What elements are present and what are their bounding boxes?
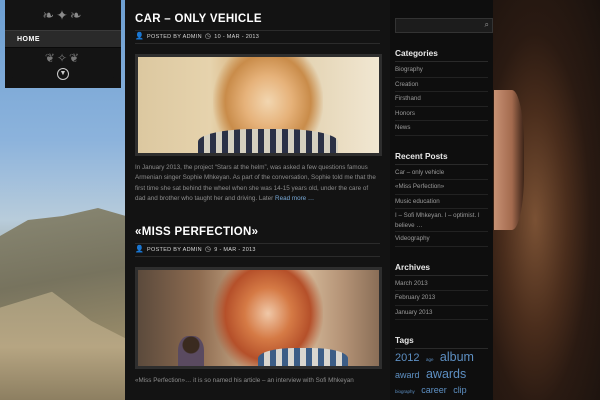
recent-posts-widget: Recent Posts Car – only vehicle «Miss Pe… xyxy=(395,151,488,247)
clock-icon: ◷ xyxy=(204,246,212,254)
tag-link[interactable]: 2012 xyxy=(395,352,419,364)
widget-title: Tags xyxy=(395,335,488,349)
archives-widget: Archives March 2013 February 2013 Januar… xyxy=(395,262,488,320)
tag-link[interactable]: career xyxy=(421,385,447,395)
post-title[interactable]: CAR – ONLY VEHICLE xyxy=(135,10,380,28)
post-excerpt-text: In January 2013, the project “Stars at t… xyxy=(135,164,376,202)
clock-icon: ◷ xyxy=(204,33,212,40)
category-link[interactable]: Creation xyxy=(395,78,488,92)
widget-title: Categories xyxy=(395,48,488,62)
post-meta: 👤 POSTED BY ADMIN ◷ 10 - MAR - 2013 xyxy=(135,30,380,44)
search-icon[interactable]: ⌕ xyxy=(485,20,489,30)
tag-link[interactable]: album xyxy=(440,350,474,364)
category-link[interactable]: Honors xyxy=(395,107,488,121)
tag-link[interactable]: award xyxy=(395,370,420,380)
tag-link[interactable]: clip xyxy=(453,385,467,395)
category-link[interactable]: Firsthand xyxy=(395,92,488,107)
background-portrait xyxy=(492,0,600,400)
post-author[interactable]: POSTED BY ADMIN xyxy=(147,30,202,44)
archive-link[interactable]: February 2013 xyxy=(395,291,488,306)
post-date: 10 - MAR - 2013 xyxy=(214,34,260,40)
image-shirt xyxy=(258,348,348,367)
category-link[interactable]: News xyxy=(395,121,488,136)
categories-widget: Categories Biography Creation Firsthand … xyxy=(395,48,488,136)
user-icon: 👤 xyxy=(135,33,145,40)
post-meta: 👤 POSTED BY ADMIN ◷ 9 - MAR - 2013 xyxy=(135,243,380,258)
post-author[interactable]: POSTED BY ADMIN xyxy=(147,243,202,257)
nav-item-home[interactable]: HOME xyxy=(5,30,121,48)
read-more-link[interactable]: Read more … xyxy=(275,195,314,202)
image-shirt xyxy=(198,129,338,153)
post-date: 9 - MAR - 2013 xyxy=(214,247,256,254)
nav-ornament-top: ❧✦❧ xyxy=(42,6,84,23)
nav-bottom-tab: ▼ xyxy=(5,68,121,88)
post-image[interactable] xyxy=(135,267,382,370)
background-face xyxy=(494,90,524,230)
search-input[interactable]: ⌕ xyxy=(395,18,493,33)
recent-post-link[interactable]: I – Sofi Mhkeyan. I – optimist. I believ… xyxy=(395,209,488,232)
archive-link[interactable]: January 2013 xyxy=(395,306,488,320)
chevron-down-icon[interactable]: ▼ xyxy=(57,68,69,80)
tag-link[interactable]: awards xyxy=(426,367,466,381)
widget-title: Recent Posts xyxy=(395,151,488,165)
post-title[interactable]: «MISS PERFECTION» xyxy=(135,223,380,241)
tags-widget: Tags 2012 age album award awards biograp… xyxy=(395,335,488,399)
archive-link[interactable]: March 2013 xyxy=(395,277,488,291)
recent-post-link[interactable]: «Miss Perfection» xyxy=(395,180,488,195)
content-column: CAR – ONLY VEHICLE 👤 POSTED BY ADMIN ◷ 1… xyxy=(125,0,390,400)
post: CAR – ONLY VEHICLE 👤 POSTED BY ADMIN ◷ 1… xyxy=(135,10,382,204)
nav-ornament-bottom: ❦✧❦ xyxy=(44,51,82,65)
user-icon: 👤 xyxy=(135,246,145,254)
recent-post-link[interactable]: Videography xyxy=(395,232,488,247)
recent-post-link[interactable]: Car – only vehicle xyxy=(395,166,488,180)
image-child xyxy=(178,336,204,367)
category-link[interactable]: Biography xyxy=(395,63,488,78)
tag-cloud: 2012 age album award awards biography ca… xyxy=(395,350,488,399)
tag-link[interactable]: age xyxy=(426,357,434,362)
post: «MISS PERFECTION» 👤 POSTED BY ADMIN ◷ 9 … xyxy=(135,223,382,396)
recent-post-link[interactable]: Music education xyxy=(395,195,488,209)
post-image[interactable] xyxy=(135,54,382,156)
post-excerpt: «Miss Perfection»… it is so named his ar… xyxy=(135,377,354,385)
sidebar: ⌕ Categories Biography Creation Firsthan… xyxy=(390,0,493,400)
tag-link[interactable]: biography xyxy=(395,389,415,394)
main-nav: ❧✦❧ HOME ❦✧❦ ▼ xyxy=(5,0,121,88)
widget-title: Archives xyxy=(395,262,488,276)
post-excerpt: In January 2013, the project “Stars at t… xyxy=(135,163,380,204)
